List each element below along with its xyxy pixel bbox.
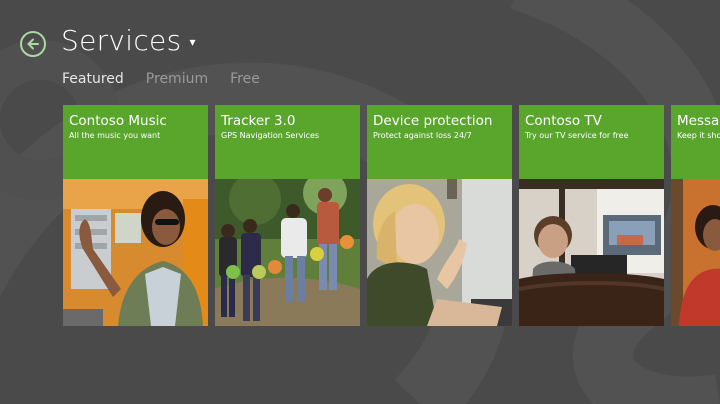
tile-header: Contoso Music All the music you want: [63, 105, 208, 179]
tile-contoso-tv[interactable]: Contoso TV Try our TV service for free: [519, 105, 664, 326]
tab-premium[interactable]: Premium: [146, 71, 208, 87]
man-watching-tv-photo: [519, 179, 664, 326]
page-title[interactable]: Services ▾: [61, 24, 196, 57]
person-red-shirt-photo: [671, 179, 720, 326]
tile-title: Tracker 3.0: [221, 113, 296, 129]
tile-messaging-partial[interactable]: Messag Keep it sho: [671, 105, 720, 326]
tile-title: Device protection: [373, 113, 493, 129]
chevron-down-icon[interactable]: ▾: [189, 35, 195, 49]
tile-subtitle: Protect against loss 24/7: [373, 131, 472, 140]
tile-header: Device protection Protect against loss 2…: [367, 105, 512, 179]
tile-title: Messag: [677, 113, 720, 129]
back-arrow-icon: [27, 38, 39, 50]
tile-subtitle: Keep it sho: [677, 131, 720, 140]
tile-subtitle: Try our TV service for free: [525, 131, 629, 140]
tile-title: Contoso TV: [525, 113, 602, 129]
tile-subtitle: GPS Navigation Services: [221, 131, 320, 140]
hikers-photo: [215, 179, 360, 326]
tile-header: Messag Keep it sho: [671, 105, 720, 179]
page-title-text: Services: [61, 24, 182, 57]
service-tiles: Contoso Music All the music you want Tra…: [63, 105, 720, 326]
tile-header: Tracker 3.0 GPS Navigation Services: [215, 105, 360, 179]
tile-tracker[interactable]: Tracker 3.0 GPS Navigation Services: [215, 105, 360, 326]
tile-header: Contoso TV Try our TV service for free: [519, 105, 664, 179]
tile-subtitle: All the music you want: [69, 131, 161, 140]
woman-sunglasses-photo: [63, 179, 208, 326]
category-tabs: Featured Premium Free: [62, 71, 260, 87]
tile-device-protection[interactable]: Device protection Protect against loss 2…: [367, 105, 512, 326]
tile-title: Contoso Music: [69, 113, 167, 129]
back-button[interactable]: [20, 31, 46, 57]
tile-contoso-music[interactable]: Contoso Music All the music you want: [63, 105, 208, 326]
woman-laptop-photo: [367, 179, 512, 326]
tab-featured[interactable]: Featured: [62, 71, 124, 87]
tab-free[interactable]: Free: [230, 71, 260, 87]
